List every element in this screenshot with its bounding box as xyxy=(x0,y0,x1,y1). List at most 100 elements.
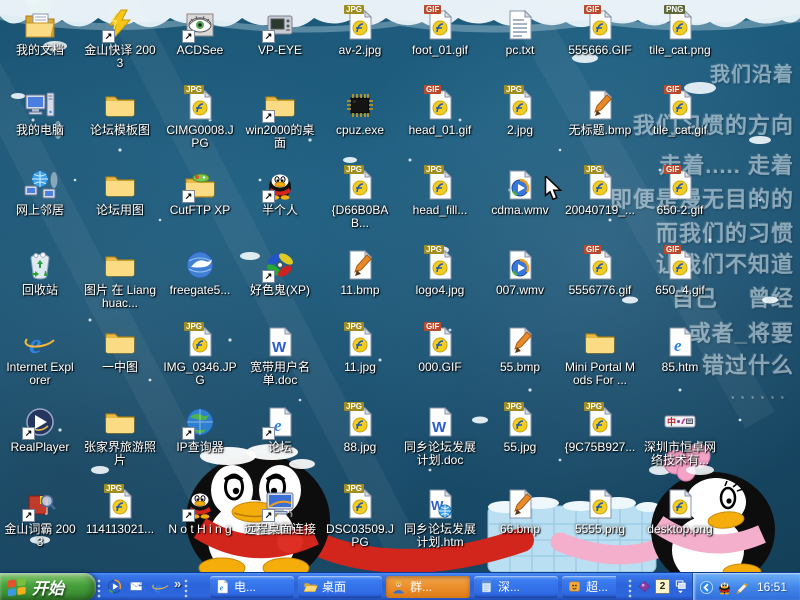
desktop-icon[interactable]: JPGlogo4.jpg xyxy=(402,248,478,297)
shortcut-arrow-icon: ↗ xyxy=(262,509,275,522)
toolbar-grip[interactable] xyxy=(97,579,102,599)
desktop-icon[interactable]: ↗N o t H i n g xyxy=(162,487,238,536)
desktop-icon[interactable]: cpuz.exe xyxy=(322,88,398,137)
filetype-badge: JPG xyxy=(344,165,364,174)
freegate-icon xyxy=(183,248,217,282)
filetype-badge: GIF xyxy=(664,245,681,254)
desktop-icon[interactable]: ↗半个人 xyxy=(242,168,318,217)
desktop-icon[interactable]: 论坛用图 xyxy=(82,168,158,217)
desktop-icon[interactable]: ↗IP查询器 xyxy=(162,405,238,454)
fw-icon: JPG xyxy=(183,325,217,359)
desktop-icon[interactable]: 网上邻居 xyxy=(2,168,78,217)
desktop-icon[interactable]: GIF000.GIF xyxy=(402,325,478,374)
shortcut-arrow-icon: ↗ xyxy=(22,509,35,522)
outlook-express-icon[interactable] xyxy=(129,578,146,595)
desktop-icon[interactable]: GIFtile_cat.gif xyxy=(642,88,718,137)
desktop-icon[interactable]: ↗ACDSee xyxy=(162,8,238,57)
desktop-icon[interactable]: 一中图 xyxy=(82,325,158,374)
tray-qq-icon[interactable] xyxy=(717,580,732,595)
desktop-icon[interactable]: GIF650_4.gif xyxy=(642,248,718,297)
tray-pen-icon[interactable] xyxy=(735,580,750,595)
desktop-icon-label: 55.bmp xyxy=(483,361,557,374)
desktop-icon[interactable]: 我的电脑 xyxy=(2,88,78,137)
desktop-icon[interactable]: ↗CutFTP XP xyxy=(162,168,238,217)
desktop-icon[interactable]: 007.wmv xyxy=(482,248,558,297)
desktop-icon[interactable]: 85.htm xyxy=(642,325,718,374)
htm-icon xyxy=(215,579,230,594)
desktop-icon[interactable]: JPGIMG_0346.JPG xyxy=(162,325,238,387)
fw-icon: JPG xyxy=(583,405,617,439)
desktop-icon[interactable]: 5555.png xyxy=(562,487,638,536)
desktop-icon[interactable]: 55.bmp xyxy=(482,325,558,374)
desktop-icon[interactable]: JPG20040719_... xyxy=(562,168,638,217)
task-button[interactable]: 深... xyxy=(474,576,558,598)
desktop-icon[interactable]: JPGhead_fill... xyxy=(402,168,478,217)
desktop-icon[interactable]: ↗好色鬼(XP) xyxy=(242,248,318,297)
task-button[interactable]: 群... xyxy=(386,576,470,598)
desktop-icon[interactable]: PNGtile_cat.png xyxy=(642,8,718,57)
desktop-icon[interactable]: JPG88.jpg xyxy=(322,405,398,454)
tray-help-icon[interactable]: 2 xyxy=(655,579,670,594)
desktop-icon[interactable]: 同乡论坛发展计划.doc xyxy=(402,405,478,467)
desktop-icon[interactable]: 张家界旅游照片 xyxy=(82,405,158,467)
desktop-icon[interactable]: ↗VP-EYE xyxy=(242,8,318,57)
desktop-icon[interactable]: JPG{D66B0BAB... xyxy=(322,168,398,230)
desktop-icon[interactable]: 论坛模板图 xyxy=(82,88,158,137)
desktop-icon[interactable]: GIF650-2.gif xyxy=(642,168,718,217)
desktop-icon[interactable]: GIFfoot_01.gif xyxy=(402,8,478,57)
desktop-icon-label: 20040719_... xyxy=(563,204,637,217)
desktop-icon[interactable]: desktop.png xyxy=(642,487,718,536)
tray-back-icon[interactable] xyxy=(699,580,714,595)
desktop-icon[interactable]: JPGDSC03509.JPG xyxy=(322,487,398,549)
desktop-icon[interactable]: freegate5... xyxy=(162,248,238,297)
desktop-icon[interactable]: JPG2.jpg xyxy=(482,88,558,137)
desktop-icon[interactable]: 回收站 xyxy=(2,248,78,297)
desktop-icon[interactable]: 66.bmp xyxy=(482,487,558,536)
desktop-icon[interactable]: ↗金山快译 2003 xyxy=(82,8,158,70)
desktop-icon[interactable]: JPGav-2.jpg xyxy=(322,8,398,57)
filetype-badge: PNG xyxy=(664,5,685,14)
dict-icon: ↗ xyxy=(23,487,57,521)
desktop-icon[interactable]: JPGCIMG0008.JPG xyxy=(162,88,238,150)
desktop-icon[interactable]: 11.bmp xyxy=(322,248,398,297)
desktop-icon[interactable]: Mini Portal Mods For ... xyxy=(562,325,638,387)
desktop-icon[interactable]: 深圳市恒卓网络技术有... xyxy=(642,405,718,467)
desktop-icon-label: 007.wmv xyxy=(483,284,557,297)
desktop-icon[interactable]: pc.txt xyxy=(482,8,558,57)
desktop-icon[interactable]: 图片 在 Lianghuac... xyxy=(82,248,158,310)
desktop-icon[interactable]: JPG{9C75B927... xyxy=(562,405,638,454)
desktop-icon-label: av-2.jpg xyxy=(323,44,397,57)
tray-gem-icon[interactable] xyxy=(637,579,652,594)
desktop-icon[interactable]: GIFhead_01.gif xyxy=(402,88,478,137)
task-button[interactable]: 电... xyxy=(210,576,294,598)
realplayer-icon: ↗ xyxy=(23,405,57,439)
desktop-icon[interactable]: Internet Explorer xyxy=(2,325,78,387)
desktop-icon-label: 半个人 xyxy=(243,204,317,217)
media-player-icon[interactable] xyxy=(106,578,123,595)
desktop-icon[interactable]: JPG114113021... xyxy=(82,487,158,536)
desktop-icon[interactable]: ↗远程桌面连接 xyxy=(242,487,318,536)
task-button-label: 桌面 xyxy=(322,578,346,595)
desktop-icon-label: 我的文档 xyxy=(3,44,77,57)
desktop-icon[interactable]: JPG11.jpg xyxy=(322,325,398,374)
desktop-icon[interactable]: 无标题.bmp xyxy=(562,88,638,137)
desktop-icon[interactable]: ↗win2000的桌面 xyxy=(242,88,318,150)
desktop-icon[interactable]: ↗论坛 xyxy=(242,405,318,454)
tray-hidden-windows-icon[interactable] xyxy=(673,579,688,594)
toolbar-grip[interactable] xyxy=(184,579,189,599)
desktop-icon-label: 无标题.bmp xyxy=(563,124,637,137)
quick-launch-overflow-chevron[interactable]: » xyxy=(174,576,181,591)
desktop-icon-label: Internet Explorer xyxy=(3,361,77,387)
desktop-icon[interactable]: 我的文档 xyxy=(2,8,78,57)
desktop-icon[interactable]: JPG55.jpg xyxy=(482,405,558,454)
desktop-icon[interactable]: 宽带用户名单.doc xyxy=(242,325,318,387)
desktop-icon[interactable]: 同乡论坛发展计划.htm xyxy=(402,487,478,549)
desktop-icon[interactable]: GIF5556776.gif xyxy=(562,248,638,297)
desktop-icon[interactable]: ↗RealPlayer xyxy=(2,405,78,454)
internet-explorer-icon[interactable] xyxy=(152,578,169,595)
task-button[interactable]: 超... xyxy=(562,576,616,598)
start-button[interactable]: 开始 xyxy=(0,573,96,600)
task-button[interactable]: 桌面 xyxy=(298,576,382,598)
desktop-icon[interactable]: GIF555666.GIF xyxy=(562,8,638,57)
desktop-icon[interactable]: ↗金山词霸 2003 xyxy=(2,487,78,549)
